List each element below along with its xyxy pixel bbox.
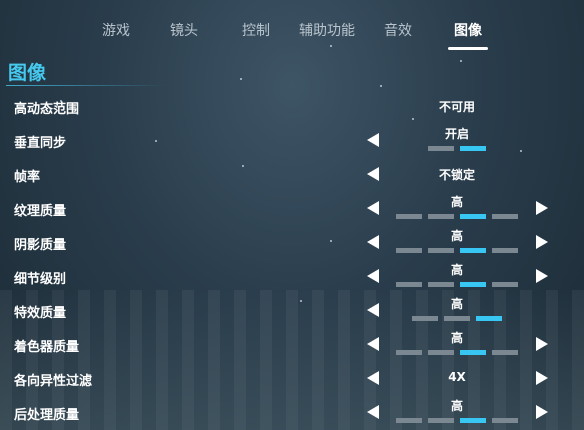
level-segment xyxy=(428,282,454,287)
level-indicator xyxy=(0,214,584,220)
increase-arrow-icon[interactable] xyxy=(536,269,548,283)
decrease-arrow-icon[interactable] xyxy=(367,201,379,215)
decrease-arrow-icon[interactable] xyxy=(367,269,379,283)
star-decoration xyxy=(380,85,382,87)
decrease-arrow-icon[interactable] xyxy=(367,371,379,385)
level-segment xyxy=(492,248,518,253)
level-segment xyxy=(428,146,454,151)
decrease-arrow-icon[interactable] xyxy=(367,133,379,147)
level-indicator xyxy=(0,282,584,288)
level-segment xyxy=(428,418,454,423)
tab-game[interactable]: 游戏 xyxy=(96,16,136,46)
tab-graphics[interactable]: 图像 xyxy=(448,16,488,50)
level-segment xyxy=(396,214,422,219)
increase-arrow-icon[interactable] xyxy=(536,371,548,385)
level-segment xyxy=(396,350,422,355)
level-segment xyxy=(460,350,486,355)
setting-row: 各向异性过滤 4X xyxy=(0,362,584,396)
increase-arrow-icon[interactable] xyxy=(536,201,548,215)
level-segment xyxy=(396,282,422,287)
tab-accessibility[interactable]: 辅助功能 xyxy=(294,16,360,46)
level-segment xyxy=(428,350,454,355)
decrease-arrow-icon[interactable] xyxy=(367,405,379,419)
level-segment xyxy=(428,214,454,219)
increase-arrow-icon[interactable] xyxy=(536,405,548,419)
setting-value: 高 xyxy=(450,297,463,311)
setting-row: 纹理质量高 xyxy=(0,192,584,226)
setting-value: 开启 xyxy=(444,127,469,141)
setting-label: 各向异性过滤 xyxy=(14,374,93,389)
star-decoration xyxy=(460,60,462,62)
decrease-arrow-icon[interactable] xyxy=(367,303,379,317)
decrease-arrow-icon[interactable] xyxy=(367,235,379,249)
level-indicator xyxy=(0,146,584,152)
level-segment xyxy=(492,282,518,287)
level-segment xyxy=(460,146,486,151)
level-indicator xyxy=(0,316,584,322)
level-segment xyxy=(444,316,470,321)
tab-controls[interactable]: 控制 xyxy=(236,16,276,46)
level-segment xyxy=(396,248,422,253)
level-indicator xyxy=(0,350,584,356)
level-segment xyxy=(476,316,502,321)
setting-row: 垂直同步 开启 xyxy=(0,124,584,158)
setting-value: 高 xyxy=(450,229,463,243)
settings-tabs: 游戏 镜头 控制 辅助功能 音效 图像 xyxy=(0,16,584,50)
section-title: 图像 xyxy=(8,62,47,84)
setting-row: 后处理质量高 xyxy=(0,396,584,430)
level-indicator xyxy=(0,248,584,254)
setting-label: 高动态范围 xyxy=(14,102,80,117)
tab-audio[interactable]: 音效 xyxy=(378,16,418,46)
level-segment xyxy=(460,214,486,219)
setting-row: 高动态范围 不可用 xyxy=(0,90,584,124)
setting-row: 帧率 不锁定 xyxy=(0,158,584,192)
decrease-arrow-icon[interactable] xyxy=(367,337,379,351)
level-segment xyxy=(412,316,438,321)
level-segment xyxy=(396,418,422,423)
level-segment xyxy=(460,282,486,287)
setting-row: 细节级别高 xyxy=(0,260,584,294)
section-divider xyxy=(6,85,166,86)
setting-row: 着色器质量高 xyxy=(0,328,584,362)
setting-value: 不锁定 xyxy=(438,168,475,182)
tab-camera[interactable]: 镜头 xyxy=(164,16,204,46)
setting-value: 高 xyxy=(450,399,463,413)
level-indicator xyxy=(0,418,584,424)
setting-label: 帧率 xyxy=(14,170,41,185)
setting-value: 不可用 xyxy=(438,100,475,114)
setting-value: 高 xyxy=(450,195,463,209)
level-segment xyxy=(428,248,454,253)
setting-row: 阴影质量高 xyxy=(0,226,584,260)
level-segment xyxy=(492,214,518,219)
decrease-arrow-icon[interactable] xyxy=(367,167,379,181)
star-decoration xyxy=(240,78,242,80)
increase-arrow-icon[interactable] xyxy=(536,235,548,249)
level-segment xyxy=(492,350,518,355)
level-segment xyxy=(492,418,518,423)
setting-row: 特效质量高 xyxy=(0,294,584,328)
setting-value: 高 xyxy=(450,263,463,277)
level-segment xyxy=(460,418,486,423)
increase-arrow-icon[interactable] xyxy=(536,337,548,351)
setting-value: 高 xyxy=(450,331,463,345)
setting-value: 4X xyxy=(448,370,466,384)
level-segment xyxy=(460,248,486,253)
